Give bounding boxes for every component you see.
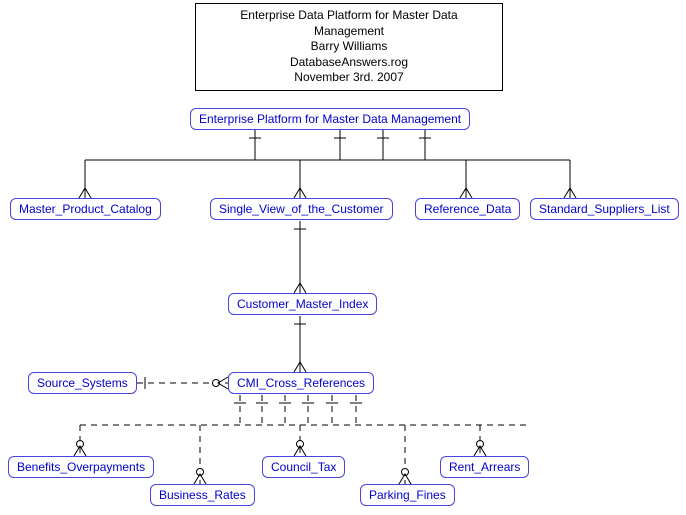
entity-cmi-cross-references: CMI_Cross_References <box>228 372 374 394</box>
entity-parking-fines: Parking_Fines <box>360 484 455 506</box>
entity-reference-data: Reference_Data <box>415 198 520 220</box>
entity-council-tax: Council_Tax <box>262 456 345 478</box>
title-line4: November 3rd. 2007 <box>204 70 494 86</box>
entity-customer-master-index: Customer_Master_Index <box>228 293 377 315</box>
entity-rent-arrears: Rent_Arrears <box>440 456 529 478</box>
entity-single-view-customer: Single_View_of_the_Customer <box>210 198 393 220</box>
entity-source-systems: Source_Systems <box>28 372 137 394</box>
entity-standard-suppliers: Standard_Suppliers_List <box>530 198 679 220</box>
entity-master-product-catalog: Master_Product_Catalog <box>10 198 161 220</box>
title-line2: Barry Williams <box>204 39 494 55</box>
title-line1: Enterprise Data Platform for Master Data… <box>204 8 494 39</box>
entity-business-rates: Business_Rates <box>150 484 255 506</box>
entity-root: Enterprise Platform for Master Data Mana… <box>190 108 470 130</box>
entity-benefits-overpayments: Benefits_Overpayments <box>8 456 154 478</box>
title-line3: DatabaseAnswers.rog <box>204 55 494 71</box>
title-box: Enterprise Data Platform for Master Data… <box>195 3 503 91</box>
